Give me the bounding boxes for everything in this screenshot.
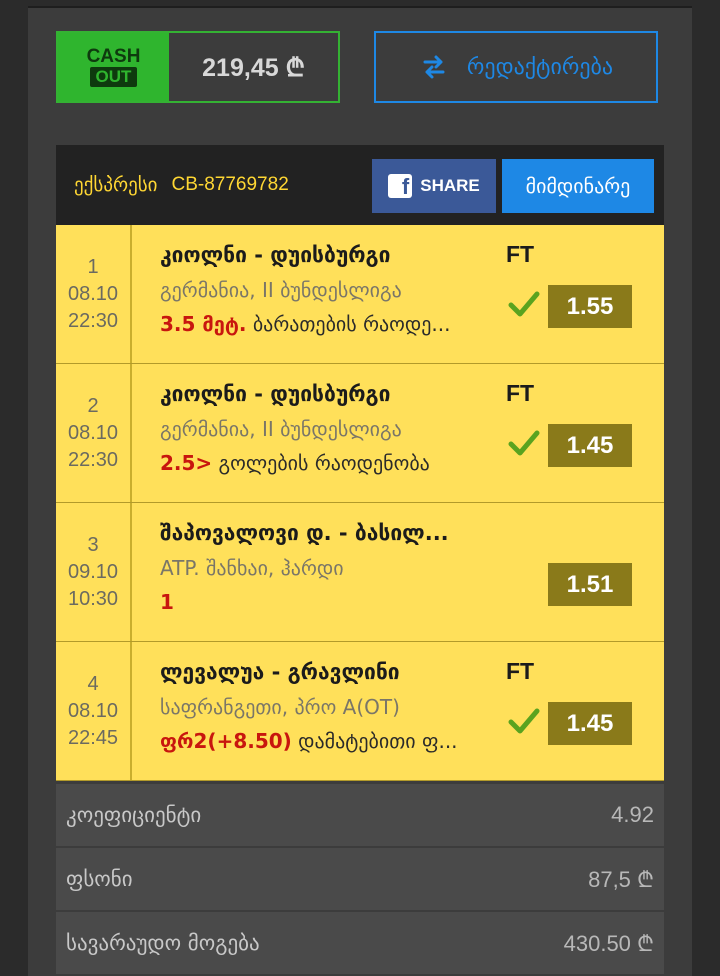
- summary-value: 430.50 ₾: [563, 931, 654, 956]
- odds-value: 1.55: [548, 285, 632, 328]
- bet-index: 2: [87, 394, 99, 417]
- bet-slip-card: ექსპრესი CB-87769782 f SHARE მიმდინარე 1…: [56, 145, 664, 976]
- bet-list: 1 08.10 22:30 კიოლნი - დუისბურგი გერმანი…: [56, 225, 664, 781]
- bet-date: 08.10: [67, 699, 119, 722]
- bet-market: ფრ2(+8.50) დამატებითი ფ...: [160, 726, 500, 756]
- bet-time: 10:30: [67, 587, 119, 610]
- cashout-widget: CASH OUT 219,45 ₾: [56, 31, 340, 103]
- bet-time: 22:30: [67, 448, 119, 471]
- summary-row-stake: ფსონი 87,5 ₾: [56, 848, 664, 910]
- bet-index-column: 2 08.10 22:30: [56, 364, 132, 502]
- summary-row-odds: კოეფიციენტი 4.92: [56, 784, 664, 846]
- bet-league: საფრანგეთი, პრო A(OT): [160, 695, 400, 719]
- bet-time: 22:30: [67, 309, 119, 332]
- bet-slip-header: ექსპრესი CB-87769782 f SHARE მიმდინარე: [56, 145, 664, 225]
- bet-row[interactable]: 3 09.10 10:30 შაპოვალოვი დ. - ბასილ... A…: [56, 503, 664, 642]
- swap-arrows-icon: [423, 55, 445, 79]
- bet-summary: კოეფიციენტი 4.92 ფსონი 87,5 ₾ სავარაუდო …: [56, 784, 664, 974]
- bet-row[interactable]: 4 08.10 22:45 ლევალუა - გრავლინი საფრანგ…: [56, 642, 664, 781]
- bet-league: ATP. შანხაი, ჰარდი: [160, 556, 344, 580]
- bet-date: 09.10: [67, 560, 119, 583]
- bet-teams: კიოლნი - დუისბურგი: [160, 243, 391, 267]
- out-label: OUT: [89, 67, 138, 87]
- bet-date: 08.10: [67, 421, 119, 444]
- odds-value: 1.45: [548, 424, 632, 467]
- bet-market: 3.5 მეტ. ბარათების რაოდე...: [160, 309, 500, 339]
- summary-label: ფსონი: [66, 867, 133, 891]
- summary-label: კოეფიციენტი: [66, 803, 202, 827]
- bet-teams: შაპოვალოვი დ. - ბასილ...: [160, 521, 449, 545]
- bet-index: 4: [87, 672, 99, 695]
- bet-row[interactable]: 2 08.10 22:30 კიოლნი - დუისბურგი გერმანი…: [56, 364, 664, 503]
- cashout-amount: 219,45 ₾: [202, 54, 305, 82]
- bet-type-label: ექსპრესი: [74, 174, 158, 196]
- bet-teams: ლევალუა - გრავლინი: [160, 660, 400, 684]
- match-status: FT: [506, 380, 535, 406]
- summary-label: სავარაუდო მოგება: [66, 931, 260, 955]
- bet-market: 2.5> გოლების რაოდენობა: [160, 448, 500, 478]
- facebook-icon: f: [388, 174, 413, 199]
- bet-time: 22:45: [67, 726, 119, 749]
- bet-pick: ფრ2(+8.50): [160, 729, 292, 753]
- bet-index: 1: [87, 255, 99, 278]
- bet-index-column: 4 08.10 22:45: [56, 642, 132, 780]
- bet-league: გერმანია, II ბუნდესლიგა: [160, 417, 402, 441]
- bet-pick: 1: [160, 590, 174, 614]
- bet-index-column: 1 08.10 22:30: [56, 225, 132, 363]
- match-status: FT: [506, 658, 535, 684]
- bet-panel: CASH OUT 219,45 ₾ რედაქტირება ექსპრესი C…: [28, 6, 692, 976]
- bet-market-label: ბარათების რაოდე...: [246, 312, 451, 336]
- bet-pick: 3.5 მეტ.: [160, 312, 247, 336]
- odds-value: 1.45: [548, 702, 632, 745]
- bet-index: 3: [87, 533, 99, 556]
- bet-league: გერმანია, II ბუნდესლიგა: [160, 278, 402, 302]
- summary-value: 4.92: [611, 802, 654, 827]
- summary-value: 87,5 ₾: [588, 867, 654, 892]
- checkmark-icon: [508, 291, 540, 317]
- bet-row[interactable]: 1 08.10 22:30 კიოლნი - დუისბურგი გერმანი…: [56, 225, 664, 364]
- odds-value: 1.51: [548, 563, 632, 606]
- bet-market-label: გოლების რაოდენობა: [212, 451, 430, 475]
- facebook-share-button[interactable]: f SHARE: [372, 159, 496, 213]
- share-label: SHARE: [420, 176, 480, 195]
- cash-label: CASH: [86, 46, 141, 67]
- status-button[interactable]: მიმდინარე: [502, 159, 654, 213]
- bet-market-label: დამატებითი ფ...: [291, 729, 458, 753]
- bet-index-column: 3 09.10 10:30: [56, 503, 132, 641]
- bet-date: 08.10: [67, 282, 119, 305]
- bet-market: 1: [160, 587, 500, 617]
- checkmark-icon: [508, 708, 540, 734]
- summary-row-potential-win: სავარაუდო მოგება 430.50 ₾: [56, 912, 664, 974]
- cashout-button[interactable]: CASH OUT: [58, 33, 169, 101]
- edit-button[interactable]: რედაქტირება: [374, 31, 658, 103]
- bet-code: CB-87769782: [171, 174, 289, 195]
- match-status: FT: [506, 241, 535, 267]
- bet-pick: 2.5>: [160, 451, 213, 475]
- edit-label: რედაქტირება: [466, 54, 614, 80]
- bet-teams: კიოლნი - დუისბურგი: [160, 382, 391, 406]
- checkmark-icon: [508, 430, 540, 456]
- divider: [28, 6, 692, 8]
